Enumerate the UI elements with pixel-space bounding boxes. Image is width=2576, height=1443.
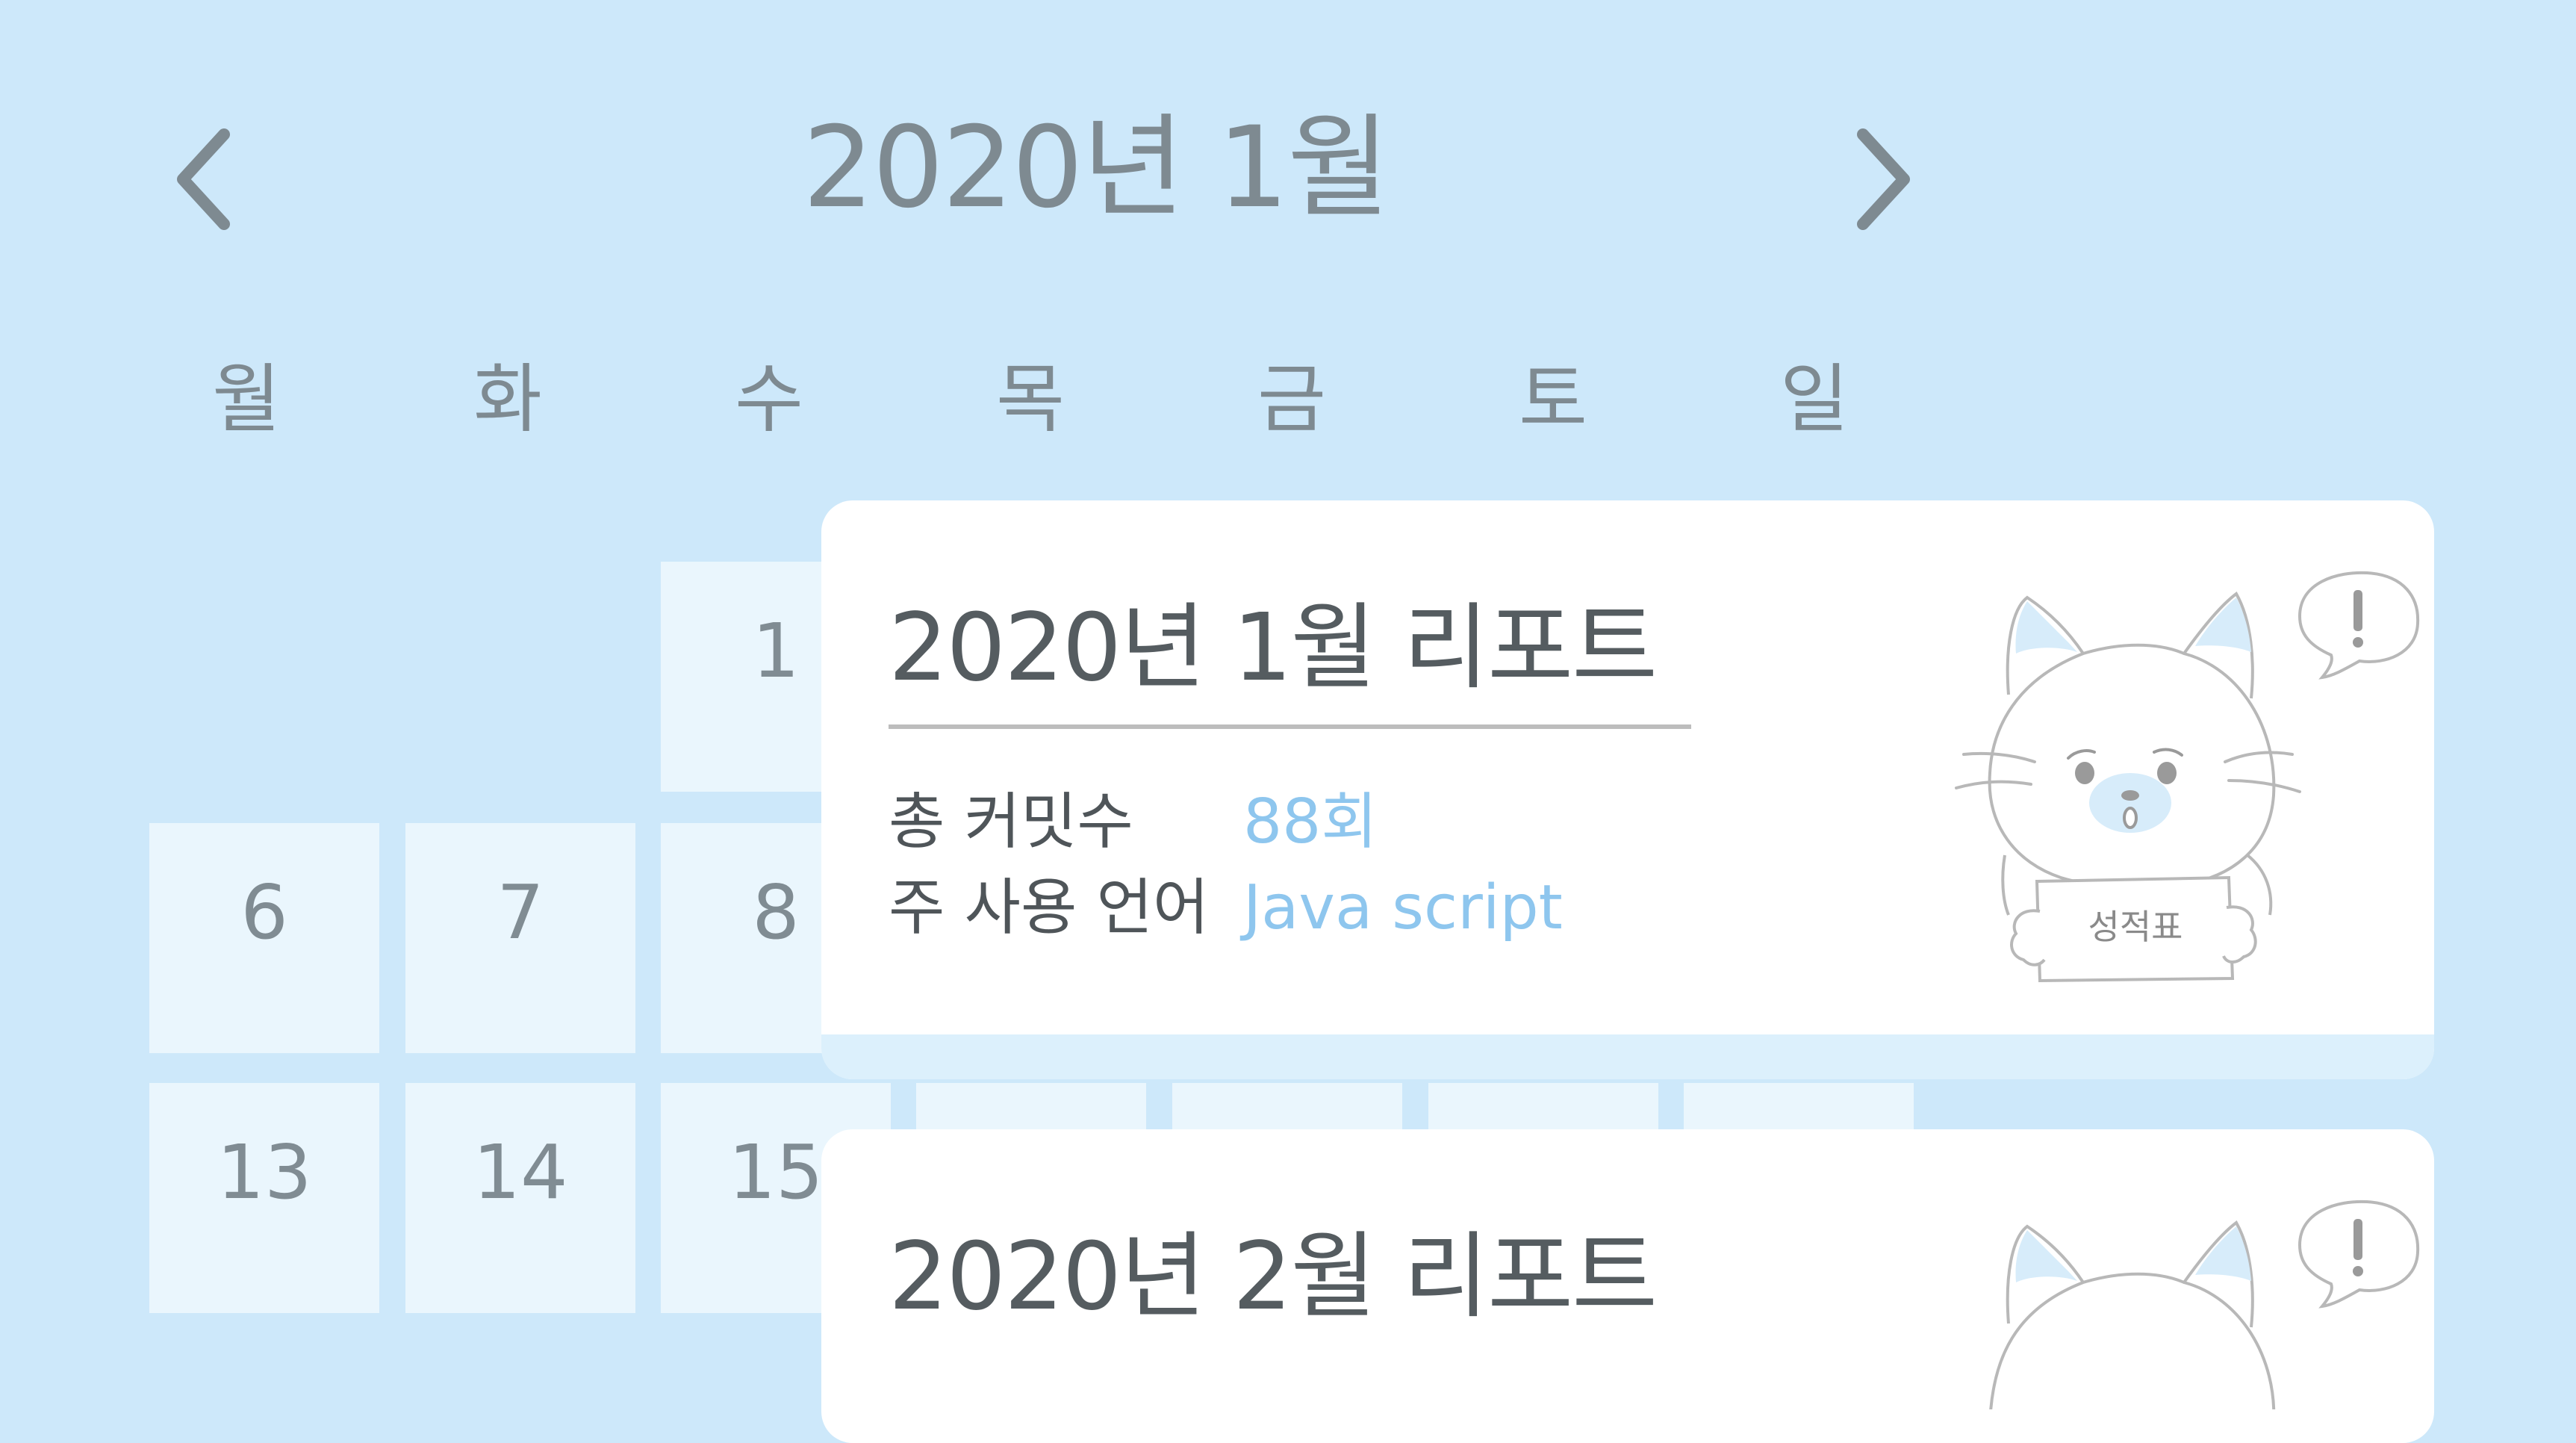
commit-count-value: 88회 [1243,786,1378,857]
exclamation-bubble-icon [2297,571,2420,680]
sign-text: 성적표 [2088,907,2183,947]
prev-month-button[interactable] [172,123,239,235]
next-month-button[interactable] [1848,123,1915,235]
month-title: 2020년 1월 [803,103,1390,233]
weekday-wed: 수 [735,356,803,443]
main-language-value: Java script [1243,872,1563,943]
report-card[interactable]: 2020년 2월 리포트 [821,1129,2434,1443]
report-title: 2020년 1월 리포트 [889,594,1658,702]
day-cell[interactable]: 6 [149,823,379,1053]
cat-mascot-icon: 성적표 [1955,571,2420,982]
day-number: 14 [473,1129,568,1216]
card-footer-band [821,1034,2434,1079]
day-cell[interactable]: 7 [405,823,635,1053]
chevron-left-icon [177,128,230,230]
day-cell[interactable]: 14 [405,1083,635,1313]
commit-count-label: 총 커밋수 [889,786,1133,857]
weekday-fri: 금 [1257,356,1326,443]
day-number: 6 [240,869,288,956]
divider [889,724,1691,729]
cat-mascot-icon [1989,1200,2420,1409]
report-title: 2020년 2월 리포트 [889,1223,1658,1331]
chevron-right-icon [1857,128,1910,230]
exclamation-bubble-icon [2297,1200,2420,1309]
day-number: 7 [497,869,544,956]
weekday-sun: 일 [1780,356,1849,443]
weekday-tue: 화 [473,356,542,443]
day-cell[interactable]: 13 [149,1083,379,1313]
day-number: 13 [217,1129,312,1216]
weekday-thu: 목 [996,356,1065,443]
main-language-label: 주 사용 언어 [889,872,1210,943]
report-card[interactable]: 2020년 1월 리포트 총 커밋수 88회 주 사용 언어 Java scri… [821,500,2434,1079]
weekday-sat: 토 [1519,356,1587,443]
weekday-mon: 월 [212,356,281,443]
